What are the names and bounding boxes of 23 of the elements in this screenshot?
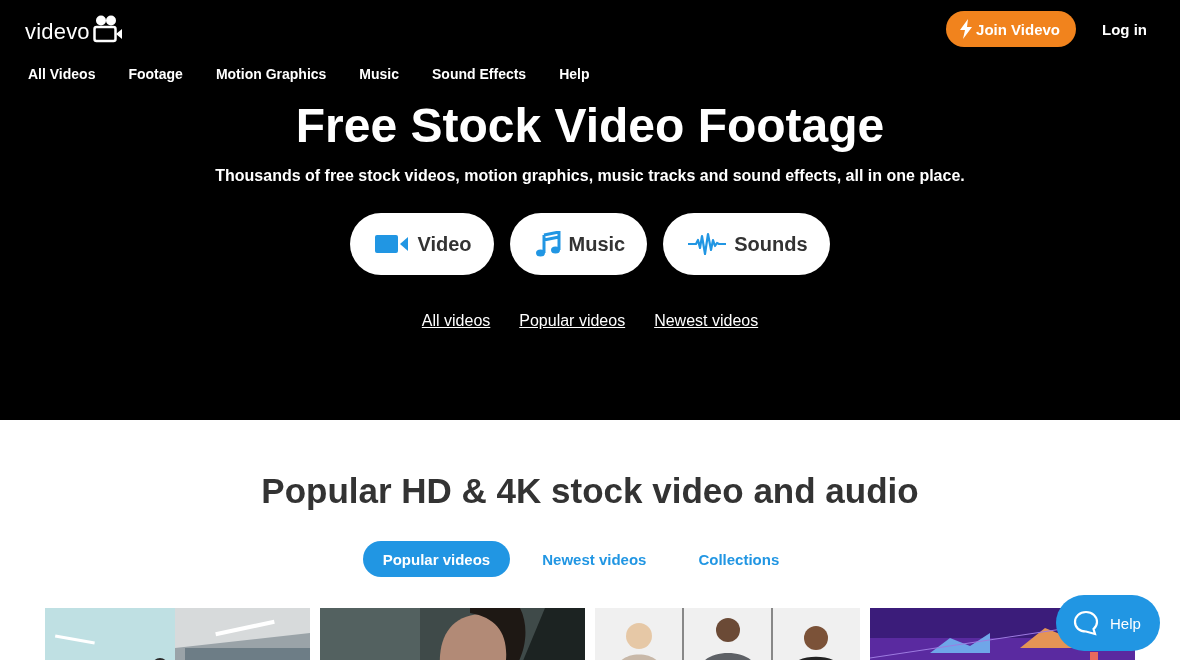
chat-bubble-icon bbox=[1073, 610, 1099, 636]
nav-link[interactable]: Motion Graphics bbox=[215, 66, 327, 82]
hero-link[interactable]: All videos bbox=[421, 312, 491, 330]
nav-link[interactable]: Sound Effects bbox=[432, 66, 527, 82]
lightning-bolt-icon bbox=[960, 19, 973, 39]
nav-link[interactable]: Help bbox=[559, 66, 590, 82]
nav-link[interactable]: All Videos bbox=[28, 66, 96, 82]
video-camera-icon bbox=[375, 234, 410, 254]
section-heading: Popular HD & 4K stock video and audio bbox=[260, 470, 920, 512]
logo-text[interactable]: videvo bbox=[25, 21, 90, 43]
media-type-button[interactable]: Sounds bbox=[663, 213, 830, 275]
movie-camera-icon bbox=[92, 15, 123, 43]
media-type-button[interactable]: Music bbox=[509, 213, 648, 275]
media-type-button[interactable]: Video bbox=[350, 213, 494, 275]
hero-link[interactable]: Popular videos bbox=[519, 312, 626, 330]
nav-link[interactable]: Footage bbox=[128, 66, 183, 82]
sound-wave-icon bbox=[688, 232, 727, 256]
music-note-icon bbox=[534, 231, 561, 257]
hero-title: Free Stock Video Footage bbox=[294, 98, 886, 154]
login-link[interactable]: Log in bbox=[1102, 20, 1147, 38]
hero-subtitle: Thousands of free stock videos, motion graphics, music tracks and sound effects, all in one place. bbox=[214, 167, 966, 185]
hero-link[interactable]: Newest videos bbox=[654, 312, 759, 330]
nav-link[interactable]: Music bbox=[359, 66, 400, 82]
